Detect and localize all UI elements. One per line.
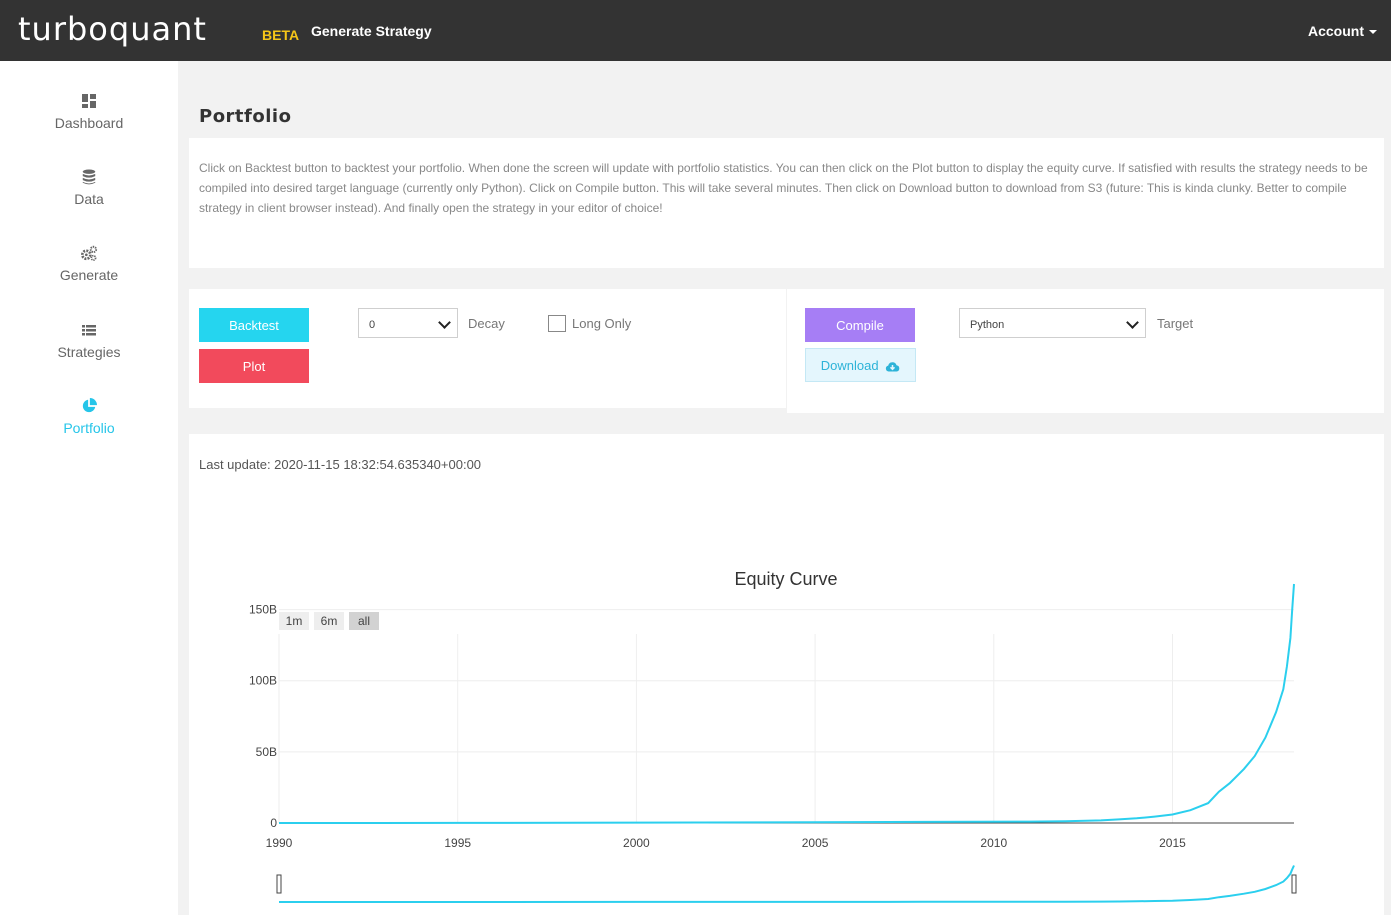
range-button-label: all <box>358 614 370 628</box>
dashboard-icon <box>82 94 96 108</box>
list-icon <box>82 325 96 336</box>
range-button-label: 6m <box>321 614 338 628</box>
sidebar-item-strategies[interactable]: Strategies <box>0 322 178 362</box>
download-button[interactable]: Download <box>805 348 916 382</box>
app-logo[interactable]: turboquant <box>18 10 207 48</box>
pie-chart-icon <box>82 398 97 413</box>
y-tick-label: 100B <box>249 674 277 688</box>
target-select-value: Python <box>970 319 1005 331</box>
rangeslider-handle-left[interactable] <box>276 874 282 894</box>
generate-strategy-link[interactable]: Generate Strategy <box>311 23 432 39</box>
backtest-controls-panel: Backtest Plot 0 Decay Long Only <box>189 289 786 408</box>
sidebar-item-label: Generate <box>59 267 119 283</box>
sidebar-item-dashboard[interactable]: Dashboard <box>0 93 178 133</box>
sidebar-item-label: Strategies <box>57 344 121 360</box>
compile-controls-panel: Compile Download Python Target <box>787 289 1384 413</box>
target-select[interactable]: Python <box>959 308 1146 338</box>
sidebar-item-label: Dashboard <box>54 115 124 131</box>
cloud-download-icon <box>886 361 900 372</box>
rangeslider-line <box>279 865 1295 903</box>
sidebar: Dashboard Data Generate Strategies Portf… <box>0 61 178 915</box>
equity-curve-chart[interactable]: Equity Curve 1m 6m all 1990 1995 2000 2005 2010 2… <box>189 434 1384 915</box>
y-tick-label: 50B <box>256 745 277 759</box>
x-tick-label: 2015 <box>1159 836 1186 850</box>
long-only-checkbox[interactable] <box>548 315 566 332</box>
decay-label: Decay <box>468 316 505 331</box>
equity-curve-line <box>278 583 1295 824</box>
top-navbar: turboquant BETA Generate Strategy Accoun… <box>0 0 1391 61</box>
range-button-label: 1m <box>286 614 303 628</box>
decay-select-value: 0 <box>369 319 376 331</box>
y-tick-label: 0 <box>270 816 277 830</box>
long-only-label[interactable]: Long Only <box>572 316 631 331</box>
sidebar-item-label: Portfolio <box>63 420 115 436</box>
x-tick-label: 1990 <box>266 836 293 850</box>
chevron-down-icon <box>438 316 451 329</box>
cogs-icon <box>81 245 98 261</box>
target-label: Target <box>1157 316 1194 331</box>
sidebar-item-data[interactable]: Data <box>0 169 178 209</box>
instructions-text: Click on Backtest button to backtest you… <box>199 161 1368 215</box>
database-icon <box>82 169 96 185</box>
backtest-button[interactable]: Backtest <box>199 308 309 342</box>
beta-badge: BETA <box>262 27 300 43</box>
x-tick-label: 2005 <box>802 836 829 850</box>
chevron-down-icon <box>1126 316 1139 329</box>
plot-button[interactable]: Plot <box>199 349 309 383</box>
decay-select[interactable]: 0 <box>358 308 458 338</box>
compile-button[interactable]: Compile <box>805 308 915 342</box>
instructions-panel: Click on Backtest button to backtest you… <box>189 138 1384 268</box>
sidebar-item-label: Data <box>74 191 104 207</box>
download-button-label: Download <box>820 357 879 373</box>
y-tick-label: 150B <box>249 603 277 617</box>
page-title: Portfolio <box>199 106 292 127</box>
sidebar-item-portfolio[interactable]: Portfolio <box>0 398 178 438</box>
caret-down-icon <box>1369 30 1377 35</box>
main-content: Portfolio Click on Backtest button to ba… <box>178 61 1391 915</box>
chart-title: Equity Curve <box>734 569 837 589</box>
sidebar-item-generate[interactable]: Generate <box>0 245 178 285</box>
x-tick-label: 1995 <box>444 836 471 850</box>
x-tick-label: 2000 <box>623 836 650 850</box>
account-menu[interactable]: Account <box>1308 23 1377 39</box>
rangeslider-handle-right[interactable] <box>1291 874 1297 894</box>
account-label: Account <box>1308 23 1364 39</box>
equity-chart-panel: Last update: 2020-11-15 18:32:54.635340+… <box>189 434 1384 915</box>
x-tick-label: 2010 <box>980 836 1007 850</box>
